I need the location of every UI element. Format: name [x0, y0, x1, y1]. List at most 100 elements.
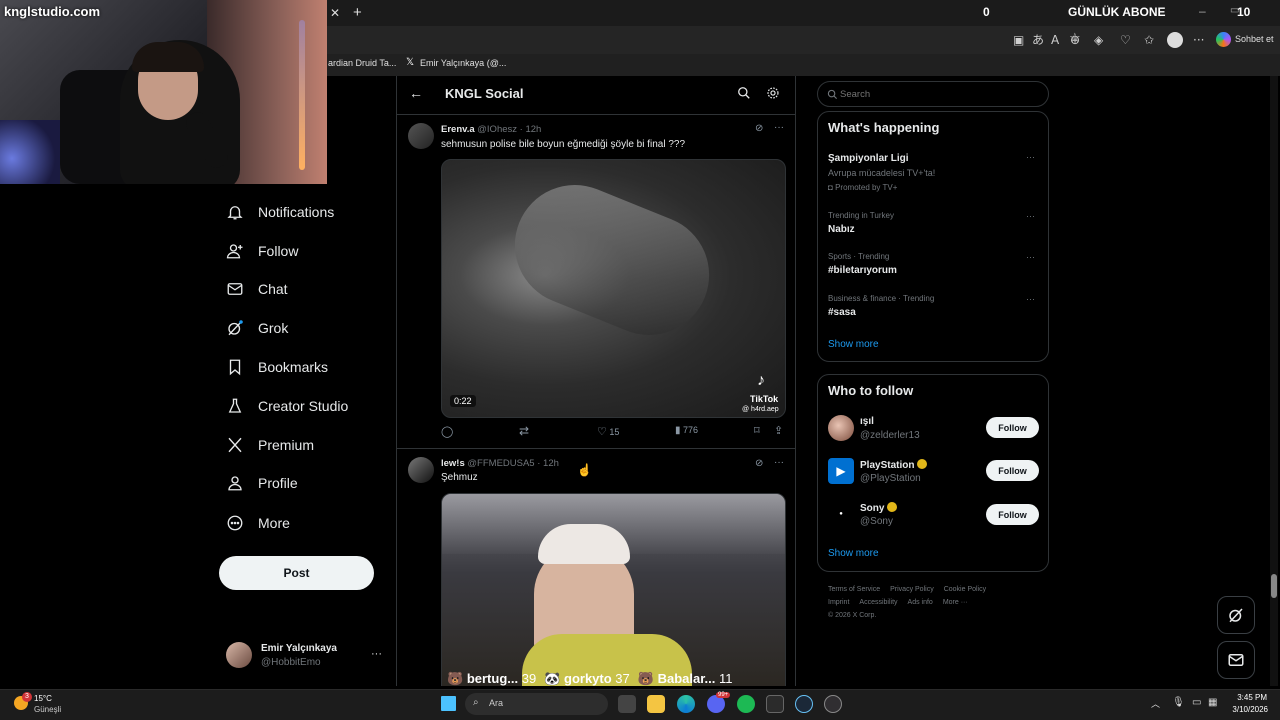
tray-chevron-icon[interactable]: ︿ — [1151, 697, 1160, 710]
back-arrow-icon[interactable]: ← — [409, 85, 423, 101]
minimize-icon[interactable]: – — [1199, 4, 1206, 18]
task-view-icon[interactable] — [618, 695, 636, 713]
bookmark-icon[interactable]: ⌑ — [754, 424, 760, 437]
nav-label: Chat — [258, 281, 288, 297]
translate-icon[interactable]: あ — [1032, 33, 1044, 47]
more-icon[interactable]: ··· — [1026, 252, 1035, 262]
read-aloud-icon[interactable]: A — [1051, 33, 1059, 47]
follow-button[interactable]: Follow — [986, 417, 1039, 438]
close-tab-icon[interactable]: ✕ — [330, 6, 340, 20]
nav-more[interactable]: More — [226, 508, 290, 538]
account-more-icon[interactable]: ··· — [371, 648, 382, 660]
timestamp[interactable]: · 12h — [520, 124, 542, 135]
display-icon[interactable]: ▭ — [1192, 697, 1201, 708]
file-explorer-icon[interactable] — [647, 695, 665, 713]
author-name[interactable]: Erenv.a — [441, 124, 475, 135]
more-icon[interactable]: ··· — [1026, 211, 1035, 221]
more-icon[interactable]: ··· — [774, 122, 784, 133]
nav-bookmarks[interactable]: Bookmarks — [226, 352, 328, 382]
views-button[interactable]: ▮ 776 — [675, 425, 698, 436]
messages-floating-button[interactable] — [1217, 641, 1255, 679]
footer-link-accessibility[interactable]: Accessibility — [859, 599, 897, 606]
author-handle[interactable]: @FFMEDUSA5 — [467, 458, 534, 469]
footer-link-terms[interactable]: Terms of Service — [828, 586, 880, 593]
more-circle-icon — [227, 515, 243, 531]
repost-icon[interactable]: ⇄ — [519, 424, 529, 438]
author-name[interactable]: lew!s — [441, 458, 465, 469]
trend-item[interactable]: Trending in Turkey Nabız ··· — [828, 211, 1040, 241]
video-player[interactable] — [441, 493, 786, 686]
tweet[interactable]: Erenv.a @IOhesz · 12h ⊘ ··· sehmusun pol… — [397, 115, 795, 449]
show-more-link[interactable]: Show more — [828, 548, 879, 559]
video-player[interactable]: 0:22 ♪ TikTok @ h4rd.aep — [441, 159, 786, 418]
new-tab-icon[interactable]: + — [353, 4, 362, 21]
account-name-row: PlayStation — [860, 459, 928, 471]
browser-essentials-icon[interactable]: ♡ — [1120, 33, 1131, 47]
account-switcher[interactable]: Emir Yalçınkaya @HobbitEmo ··· — [226, 640, 386, 672]
nav-grok[interactable]: Grok — [226, 313, 288, 343]
clock-time[interactable]: 3:45 PM — [1233, 693, 1267, 702]
x-logo-icon — [228, 437, 242, 453]
extensions-icon[interactable]: ◈ — [1094, 33, 1103, 47]
like-button[interactable]: ♡ 15 — [597, 425, 619, 438]
search-icon[interactable] — [737, 86, 751, 100]
favorites-item-profile[interactable]: Emir Yalçınkaya (@... — [420, 58, 506, 68]
follow-button[interactable]: Follow — [986, 504, 1039, 525]
obs-icon[interactable] — [824, 695, 842, 713]
footer-link-cookie[interactable]: Cookie Policy — [944, 586, 986, 593]
footer-link-imprint[interactable]: Imprint — [828, 599, 849, 606]
follow-button[interactable]: Follow — [986, 460, 1039, 481]
author-handle[interactable]: @IOhesz — [477, 124, 517, 135]
timestamp[interactable]: · 12h — [537, 458, 559, 469]
edge-icon[interactable] — [677, 695, 695, 713]
start-windows-icon[interactable] — [441, 696, 456, 711]
share-icon[interactable]: ⇪ — [774, 424, 783, 437]
weather-widget[interactable]: 3 15°C Güneşli — [12, 692, 92, 718]
reply-icon[interactable]: ◯ — [441, 425, 453, 438]
steam-icon[interactable] — [795, 695, 813, 713]
settings-more-icon[interactable]: ··· — [1193, 33, 1204, 47]
scrollbar[interactable] — [1270, 76, 1278, 686]
nav-profile[interactable]: Profile — [226, 468, 298, 498]
grok-icon[interactable]: ⊘ — [755, 123, 763, 134]
grok-floating-button[interactable] — [1217, 596, 1255, 634]
nav-premium[interactable]: Premium — [226, 430, 314, 460]
copilot-chat-label[interactable]: Sohbet et — [1235, 34, 1274, 44]
more-icon[interactable]: ··· — [774, 457, 784, 468]
split-screen-icon[interactable]: ▣ — [1013, 33, 1024, 47]
nav-creator-studio[interactable]: Creator Studio — [226, 391, 348, 421]
post-button[interactable]: Post — [219, 556, 374, 590]
scrollbar-thumb[interactable] — [1271, 574, 1277, 598]
tweet[interactable]: lew!s @FFMEDUSA5 · 12h ☝ ⊘ ··· Şehmuz 🐻 … — [397, 450, 795, 686]
grok-icon[interactable]: ⊘ — [755, 458, 763, 469]
more-icon[interactable]: ··· — [1026, 152, 1035, 162]
clock-date[interactable]: 3/10/2026 — [1226, 705, 1268, 714]
follow-suggestion[interactable]: ▶ PlayStation @PlayStation — [828, 457, 978, 487]
trend-item[interactable]: Business & finance · Trending #sasa ··· — [828, 294, 1040, 324]
favorites-icon[interactable]: ✩ — [1144, 33, 1154, 47]
footer-link-more[interactable]: More ··· — [943, 599, 968, 606]
microphone-icon[interactable]: 🎙 — [1172, 697, 1185, 708]
copilot-icon[interactable] — [1216, 32, 1231, 47]
network-icon[interactable]: ▦ — [1208, 697, 1217, 708]
trend-item[interactable]: Şampiyonlar Ligi Avrupa mücadelesi TV+'t… — [828, 152, 1040, 196]
show-more-link[interactable]: Show more — [828, 339, 879, 350]
search-input[interactable] — [840, 87, 1040, 101]
follow-suggestion[interactable]: ● Sony @Sony — [828, 500, 978, 530]
footer-link-privacy[interactable]: Privacy Policy — [890, 586, 934, 593]
terminal-icon[interactable] — [766, 695, 784, 713]
favorite-star-icon[interactable]: ☆ — [1069, 32, 1081, 46]
trend-item[interactable]: Sports · Trending #biletarıyorum ··· — [828, 252, 1040, 282]
nav-notifications[interactable]: Notifications — [226, 197, 334, 227]
footer-link-ads[interactable]: Ads info — [908, 599, 933, 606]
more-icon[interactable]: ··· — [1026, 294, 1035, 304]
nav-chat[interactable]: Chat — [226, 274, 288, 304]
nav-follow[interactable]: Follow — [226, 236, 298, 266]
gear-icon[interactable] — [766, 86, 780, 100]
follow-suggestion[interactable]: ışıl @zelderler13 — [828, 414, 978, 444]
taskbar-search[interactable]: ⌕ Ara — [465, 693, 608, 715]
spotify-icon[interactable] — [737, 695, 755, 713]
favorites-item-druid[interactable]: ardian Druid Ta... — [328, 58, 396, 68]
profile-avatar-icon[interactable] — [1167, 32, 1183, 48]
search-box[interactable] — [817, 81, 1049, 107]
